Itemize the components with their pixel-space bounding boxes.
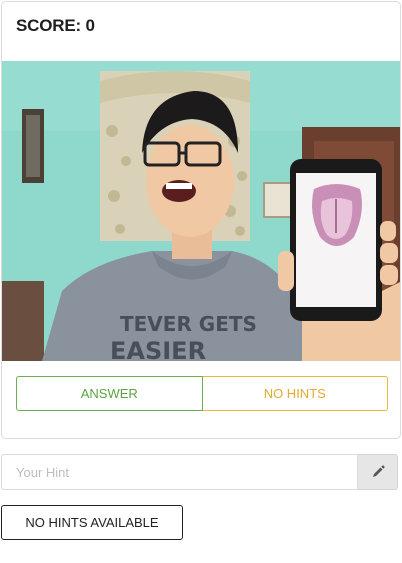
game-photo: TEVER GETS EASIER (2, 61, 400, 361)
no-hints-available-button[interactable]: NO HINTS AVAILABLE (1, 505, 183, 540)
game-card: SCORE: 0 TEVER GETS EASIER ANSWER NO HIN… (1, 1, 401, 439)
hint-input[interactable] (1, 454, 358, 490)
answer-button[interactable]: ANSWER (16, 376, 203, 411)
svg-text:EASIER: EASIER (110, 337, 206, 361)
score-label: SCORE: 0 (16, 16, 95, 35)
pencil-icon (372, 465, 385, 477)
action-buttons: ANSWER NO HINTS (16, 376, 388, 411)
svg-text:TEVER GETS: TEVER GETS (120, 312, 257, 336)
hint-row (1, 454, 398, 490)
edit-hint-button[interactable] (358, 454, 398, 490)
no-hints-button[interactable]: NO HINTS (202, 376, 388, 411)
